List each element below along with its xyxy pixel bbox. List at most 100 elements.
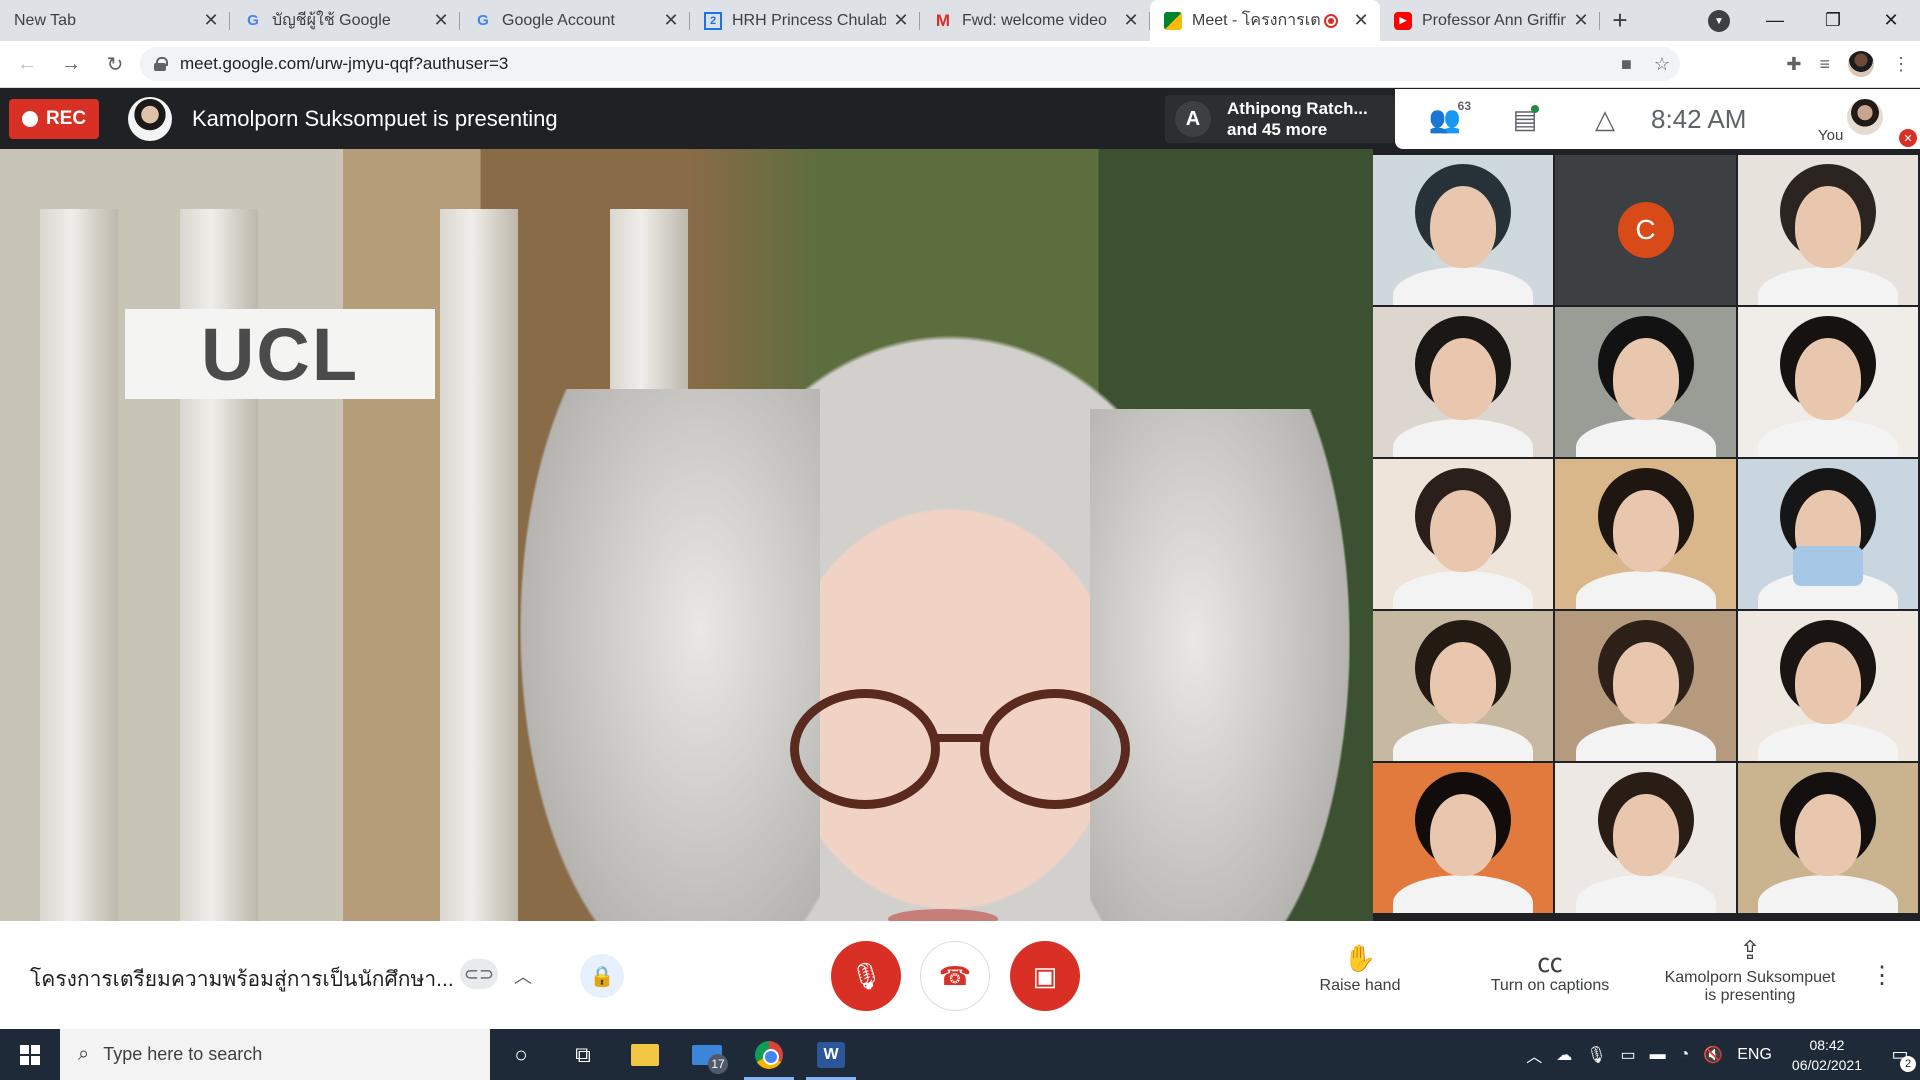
menu-kebab-icon[interactable]: ⋮: [1892, 54, 1910, 75]
maximize-button[interactable]: ❐: [1804, 0, 1862, 41]
taskbar-clock[interactable]: 08:42 06/02/2021: [1792, 1035, 1862, 1075]
camera-toggle-button[interactable]: ▣: [1010, 941, 1080, 1011]
cortana-icon[interactable]: ○: [490, 1029, 552, 1080]
participant-tile[interactable]: [1373, 763, 1553, 913]
meeting-title[interactable]: โครงการเตรียมความพร้อมสู่การเป็นนักศึกษา…: [30, 963, 454, 996]
participant-face: [1612, 794, 1679, 876]
presenter-avatar: [128, 97, 172, 141]
captions-button[interactable]: ㏄ Turn on captions: [1475, 943, 1625, 995]
tab-youtube[interactable]: ▶ Professor Ann Griffin ✕: [1380, 0, 1600, 41]
language-indicator[interactable]: ENG: [1737, 1046, 1772, 1064]
participant-tile[interactable]: [1738, 307, 1918, 457]
participant-tile[interactable]: [1738, 459, 1918, 609]
participant-tile[interactable]: [1555, 611, 1736, 761]
raise-hand-label: Raise hand: [1319, 977, 1401, 994]
participant-tile[interactable]: [1555, 307, 1736, 457]
you-label: You: [1818, 127, 1844, 144]
participant-tile[interactable]: [1373, 155, 1553, 305]
reload-icon[interactable]: ↻: [98, 47, 132, 81]
people-button[interactable]: 👥 63: [1425, 99, 1471, 139]
start-button[interactable]: [0, 1029, 60, 1080]
participant-tile[interactable]: [1738, 611, 1918, 761]
hand-icon: ✋: [1343, 943, 1377, 973]
participant-tile[interactable]: [1373, 459, 1553, 609]
close-icon[interactable]: ✕: [892, 10, 910, 31]
close-icon[interactable]: ✕: [432, 10, 450, 31]
participant-body: [1393, 571, 1533, 609]
presenting-button[interactable]: ⇪ Kamolporn Suksompuet is presenting: [1650, 935, 1850, 1005]
self-muted-icon: ✕: [1899, 129, 1917, 147]
meet-top-right-panel: 👥 63 ▤ △ 8:42 AM You ✕: [1395, 89, 1920, 149]
close-icon[interactable]: ✕: [1352, 10, 1370, 31]
notifications-button[interactable]: ▭ 2: [1880, 1029, 1920, 1080]
extensions-icon[interactable]: ✚: [1786, 54, 1801, 75]
tab-google-account-thai[interactable]: G บัญชีผู้ใช้ Google ✕: [230, 0, 460, 41]
attachment-icon[interactable]: ⊂⊃: [460, 959, 498, 989]
chrome-taskbar-button[interactable]: [738, 1029, 800, 1080]
participant-tile[interactable]: [1738, 763, 1918, 913]
activities-button[interactable]: △: [1585, 99, 1625, 139]
participant-tile[interactable]: [1555, 459, 1736, 609]
record-dot-icon: [21, 111, 38, 127]
close-icon[interactable]: ✕: [202, 10, 220, 31]
participant-tile[interactable]: [1738, 155, 1918, 305]
close-window-button[interactable]: ✕: [1862, 0, 1920, 41]
wifi-icon[interactable]: ◔: [1680, 1046, 1690, 1064]
more-options-icon[interactable]: ⋮: [1870, 961, 1894, 991]
word-taskbar-button[interactable]: W: [800, 1029, 862, 1080]
participant-chip[interactable]: A Athipong Ratch... and 45 more: [1165, 95, 1395, 143]
host-controls-shield-icon[interactable]: 🔒: [580, 954, 624, 998]
camera-icon[interactable]: ■: [1621, 54, 1632, 75]
bookmark-star-icon[interactable]: ☆: [1654, 54, 1670, 75]
chrome-icon: [755, 1040, 783, 1069]
address-bar[interactable]: meet.google.com/urw-jmyu-qqf?authuser=3 …: [140, 47, 1680, 81]
tab-search-icon[interactable]: ▼: [1708, 10, 1730, 32]
battery-icon[interactable]: ▬: [1650, 1046, 1666, 1064]
participant-tile[interactable]: C: [1555, 155, 1736, 305]
speaker-glasses-left: [790, 689, 940, 809]
close-icon[interactable]: ✕: [662, 10, 680, 31]
back-icon[interactable]: ←: [10, 47, 44, 81]
media-control-icon[interactable]: ≡: [1819, 54, 1830, 75]
chat-button[interactable]: ▤: [1505, 99, 1545, 139]
file-explorer-button[interactable]: [614, 1029, 676, 1080]
participant-tile[interactable]: [1373, 307, 1553, 457]
tray-chevron-icon[interactable]: ︿: [1526, 1043, 1542, 1067]
minimize-button[interactable]: —: [1746, 0, 1804, 41]
participant-chip-more: and 45 more: [1227, 120, 1328, 139]
microphone-toggle-button[interactable]: 🎙: [831, 941, 901, 1011]
raise-hand-button[interactable]: ✋ Raise hand: [1310, 943, 1410, 995]
people-icon: 👥: [1428, 103, 1462, 134]
recording-indicator-icon: [1324, 13, 1338, 28]
tab-hrh-princess[interactable]: 2 HRH Princess Chulabh ✕: [690, 0, 920, 41]
recording-badge: REC: [9, 99, 99, 139]
folder-icon: [631, 1043, 659, 1066]
calendar-icon: 2: [704, 11, 722, 30]
mail-button[interactable]: 17: [676, 1029, 738, 1080]
volume-muted-icon[interactable]: 🔇: [1703, 1045, 1723, 1065]
close-icon[interactable]: ✕: [1122, 10, 1140, 31]
forward-icon[interactable]: →: [54, 47, 88, 81]
tab-gmail[interactable]: M Fwd: welcome video ✕: [920, 0, 1150, 41]
participant-tile[interactable]: [1555, 763, 1736, 913]
onedrive-icon[interactable]: ☁: [1556, 1045, 1572, 1065]
tab-meet[interactable]: Meet - โครงการเต ✕: [1150, 0, 1380, 41]
close-icon[interactable]: ✕: [1572, 10, 1590, 31]
participant-mask: [1793, 546, 1863, 586]
participant-body: [1758, 267, 1898, 305]
display-tray-icon[interactable]: ▭: [1621, 1045, 1636, 1065]
profile-avatar[interactable]: [1848, 51, 1874, 77]
tab-new-tab[interactable]: New Tab ✕: [0, 0, 230, 41]
self-avatar[interactable]: [1847, 99, 1883, 135]
taskbar-search[interactable]: ⌕ Type here to search: [60, 1029, 490, 1080]
activities-icon: △: [1595, 103, 1615, 134]
microphone-tray-icon[interactable]: 🎙: [1586, 1045, 1606, 1065]
participant-body: [1393, 267, 1533, 305]
participant-tile[interactable]: [1373, 611, 1553, 761]
chevron-up-icon[interactable]: ︿: [508, 961, 538, 991]
background-sign: UCL: [125, 309, 435, 399]
task-view-icon[interactable]: ⧉: [552, 1029, 614, 1080]
new-tab-button[interactable]: +: [1600, 0, 1640, 41]
tab-google-account[interactable]: G Google Account ✕: [460, 0, 690, 41]
leave-call-button[interactable]: ☎: [920, 941, 990, 1011]
